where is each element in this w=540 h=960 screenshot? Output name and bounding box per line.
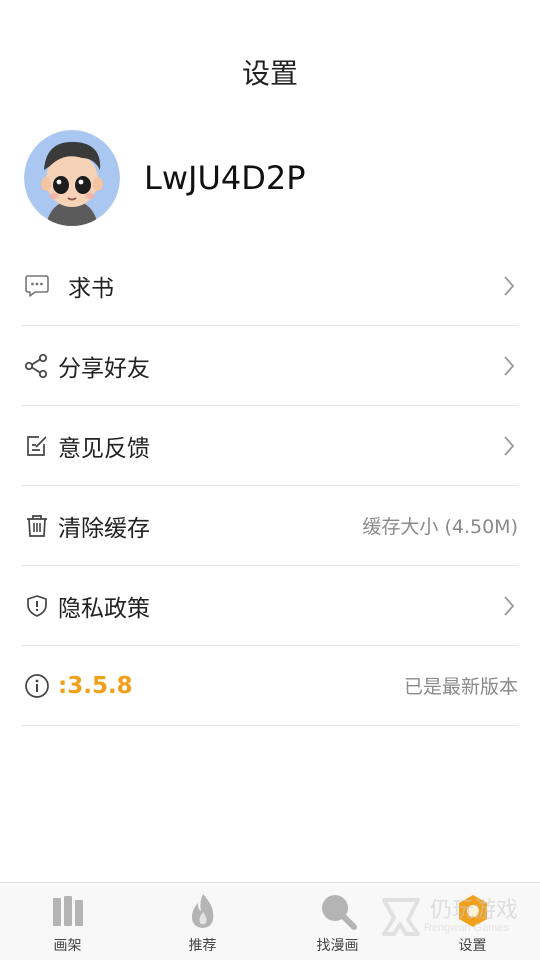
tab-label: 推荐: [188, 938, 217, 954]
share-icon: [24, 353, 50, 379]
settings-menu: 求书 分享好友 意见反馈 清除缓存 缓存大小 (4.50M) 隐私政策:3.5…: [22, 246, 518, 726]
search-icon: [318, 891, 358, 931]
watermark-subtext: Rengwan Games: [423, 922, 509, 934]
watermark-logo-icon: [381, 898, 420, 936]
watermark-text: 仍玩游戏: [429, 898, 518, 923]
menu-item-label: 意见反馈: [58, 435, 150, 462]
menu-item-request-book[interactable]: 求书: [22, 246, 518, 326]
chevron-right-icon: [504, 596, 515, 616]
flame-icon: [183, 891, 223, 931]
edit-note-icon: [24, 433, 50, 459]
menu-item-label: 隐私政策: [58, 595, 150, 622]
watermark: 仍玩游戏 Rengwan Games: [378, 894, 518, 940]
tab-label: 找漫画: [316, 938, 359, 954]
shield-icon: [24, 593, 50, 619]
menu-item-label: 求书: [68, 275, 114, 302]
profile-header[interactable]: LwJU4D2P: [24, 128, 306, 228]
tab-bookshelf[interactable]: 画架: [0, 883, 135, 960]
trash-icon: [24, 513, 50, 539]
menu-item-feedback[interactable]: 意见反馈: [22, 406, 518, 486]
menu-item-privacy-policy[interactable]: 隐私政策: [22, 566, 518, 646]
chevron-right-icon: [504, 276, 515, 296]
info-icon: [24, 673, 50, 699]
avatar[interactable]: [24, 130, 120, 226]
chat-bubble-icon: [24, 273, 50, 299]
chevron-right-icon: [504, 356, 515, 376]
bookshelf-icon: [48, 891, 88, 931]
version-number: :3.5.8: [58, 672, 133, 699]
menu-item-version[interactable]: :3.5.8 已是最新版本: [22, 646, 518, 726]
version-status-text: 已是最新版本: [403, 676, 518, 698]
chevron-right-icon: [504, 436, 515, 456]
page-title: 设置: [241, 57, 298, 90]
menu-item-share-friends[interactable]: 分享好友: [22, 326, 518, 406]
tab-recommend[interactable]: 推荐: [135, 883, 270, 960]
username: LwJU4D2P: [144, 159, 306, 197]
menu-item-label: 清除缓存: [58, 515, 150, 542]
menu-item-clear-cache[interactable]: 清除缓存 缓存大小 (4.50M): [22, 486, 518, 566]
tab-label: 画架: [53, 938, 82, 954]
cache-size-text: 缓存大小 (4.50M): [362, 516, 518, 538]
menu-item-label: 分享好友: [58, 355, 150, 382]
